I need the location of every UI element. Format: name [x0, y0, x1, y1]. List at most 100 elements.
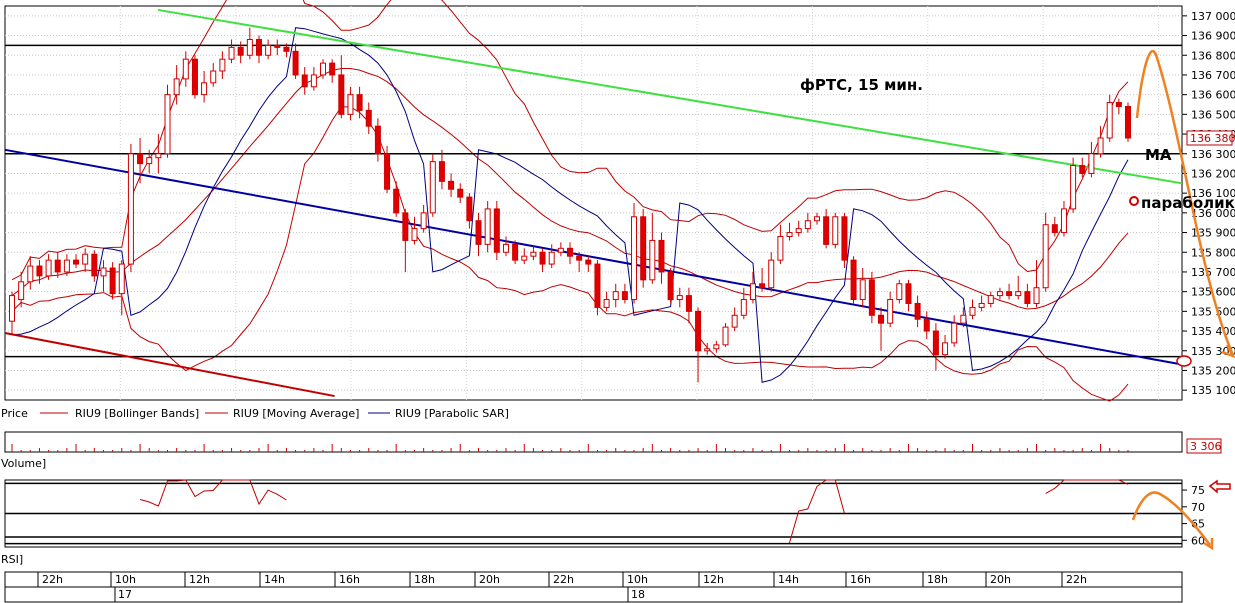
candle-body: [640, 216, 647, 281]
candle-body: [283, 46, 290, 52]
candle-body: [612, 291, 619, 301]
candle-body: [255, 38, 262, 56]
ma-annotation: МА: [1145, 146, 1172, 164]
candle-body: [731, 314, 738, 328]
candle-body: [631, 216, 638, 301]
candle-body: [155, 153, 162, 159]
parabolic-marker-icon: [1129, 196, 1139, 206]
candle-body: [73, 259, 80, 265]
time-tick-label: 14h: [264, 573, 285, 586]
candle-body: [768, 259, 775, 289]
candle-body: [457, 188, 464, 198]
candle-body: [539, 251, 546, 265]
candle-body: [182, 58, 189, 80]
candle-body: [329, 62, 336, 76]
candle-body: [713, 344, 720, 350]
candle-body: [1024, 291, 1031, 304]
candle-body: [804, 220, 811, 230]
price-tick-label: 136 300: [1191, 148, 1235, 161]
candle-body: [173, 78, 180, 96]
price-tick-label: 135 700: [1191, 266, 1235, 279]
candle-body: [978, 302, 985, 308]
candle-body: [914, 302, 921, 320]
candle-body: [850, 259, 857, 301]
chart-title: фРТС, 15 мин.: [800, 76, 923, 94]
candle-body: [36, 265, 43, 277]
candle-body: [813, 216, 820, 222]
candle-body: [567, 247, 573, 257]
candle-body: [695, 310, 702, 352]
last-price-label: 136 380: [1190, 132, 1235, 145]
candle-body: [649, 239, 656, 281]
candle-body: [91, 253, 98, 277]
candle-body: [987, 295, 994, 304]
candle-body: [905, 283, 912, 304]
candle-body: [722, 326, 729, 346]
candle-body: [109, 267, 116, 295]
candle-body: [576, 255, 583, 261]
candle-body: [146, 157, 153, 165]
candle-body: [1097, 137, 1104, 155]
candle-body: [411, 228, 418, 241]
legend-bollinger: RIU9 [Bollinger Bands]: [75, 407, 199, 420]
candle-body: [603, 299, 610, 308]
candle-body: [1006, 291, 1013, 297]
last-volume-label: 3 306: [1190, 440, 1222, 453]
candle-body: [1060, 208, 1067, 234]
parabolic-annotation: параболик: [1141, 194, 1235, 212]
date-label: 17: [118, 588, 132, 601]
candle-body: [749, 283, 756, 301]
candle-body: [475, 220, 482, 245]
candle-body: [384, 153, 391, 190]
candle-body: [832, 216, 839, 245]
candle-body: [923, 318, 930, 332]
candle-body: [1088, 153, 1095, 174]
candle-body: [887, 299, 894, 324]
candle-body: [704, 348, 711, 352]
price-level-marker-icon: [1176, 355, 1192, 367]
candle-body: [859, 279, 866, 301]
candle-body: [951, 322, 958, 344]
candle-body: [54, 259, 61, 273]
price-tick-label: 135 800: [1191, 246, 1235, 259]
time-tick-label: 22h: [42, 573, 63, 586]
candle-body: [127, 153, 134, 265]
candle-body: [228, 46, 235, 60]
time-tick-label: 18h: [927, 573, 948, 586]
candle-body: [420, 212, 427, 230]
candle-body: [100, 267, 107, 277]
candle-body: [502, 243, 509, 253]
volume-panel-label: Volume]: [1, 457, 46, 470]
candle-body: [1051, 224, 1058, 234]
candle-body: [932, 330, 939, 356]
candle-body: [237, 46, 244, 56]
candle-body: [402, 212, 409, 241]
candle-body: [585, 259, 592, 265]
price-tick-label: 136 700: [1191, 69, 1235, 82]
candle-body: [137, 153, 144, 165]
candle-body: [1015, 291, 1022, 297]
rsi-alert-arrow-icon: [1208, 479, 1231, 494]
candle-body: [365, 109, 372, 127]
legend-sar: RIU9 [Parabolic SAR]: [395, 407, 509, 420]
rsi-tick-label: 70: [1191, 501, 1205, 514]
candle-body: [292, 50, 299, 76]
candle-body: [45, 259, 52, 277]
candle-body: [1070, 165, 1077, 210]
chart-canvas: 137 000 136 900 136 800 136 700 136 600 136 5…: [1, 0, 1235, 603]
candle-body: [786, 232, 793, 237]
candle-body: [841, 216, 848, 261]
candle-body: [795, 228, 802, 234]
candle-body: [191, 58, 198, 96]
date-label: 18: [631, 588, 645, 601]
candle-body: [493, 208, 500, 253]
legend-ma: RIU9 [Moving Average]: [233, 407, 359, 420]
candle-body: [82, 253, 89, 265]
candle-body: [274, 44, 281, 48]
candle-body: [118, 263, 125, 295]
candle-body: [658, 239, 665, 273]
candle-body: [301, 74, 308, 88]
price-tick-label: 136 900: [1191, 30, 1235, 43]
time-tick-label: 12h: [703, 573, 724, 586]
legend-price: Price: [1, 407, 28, 420]
